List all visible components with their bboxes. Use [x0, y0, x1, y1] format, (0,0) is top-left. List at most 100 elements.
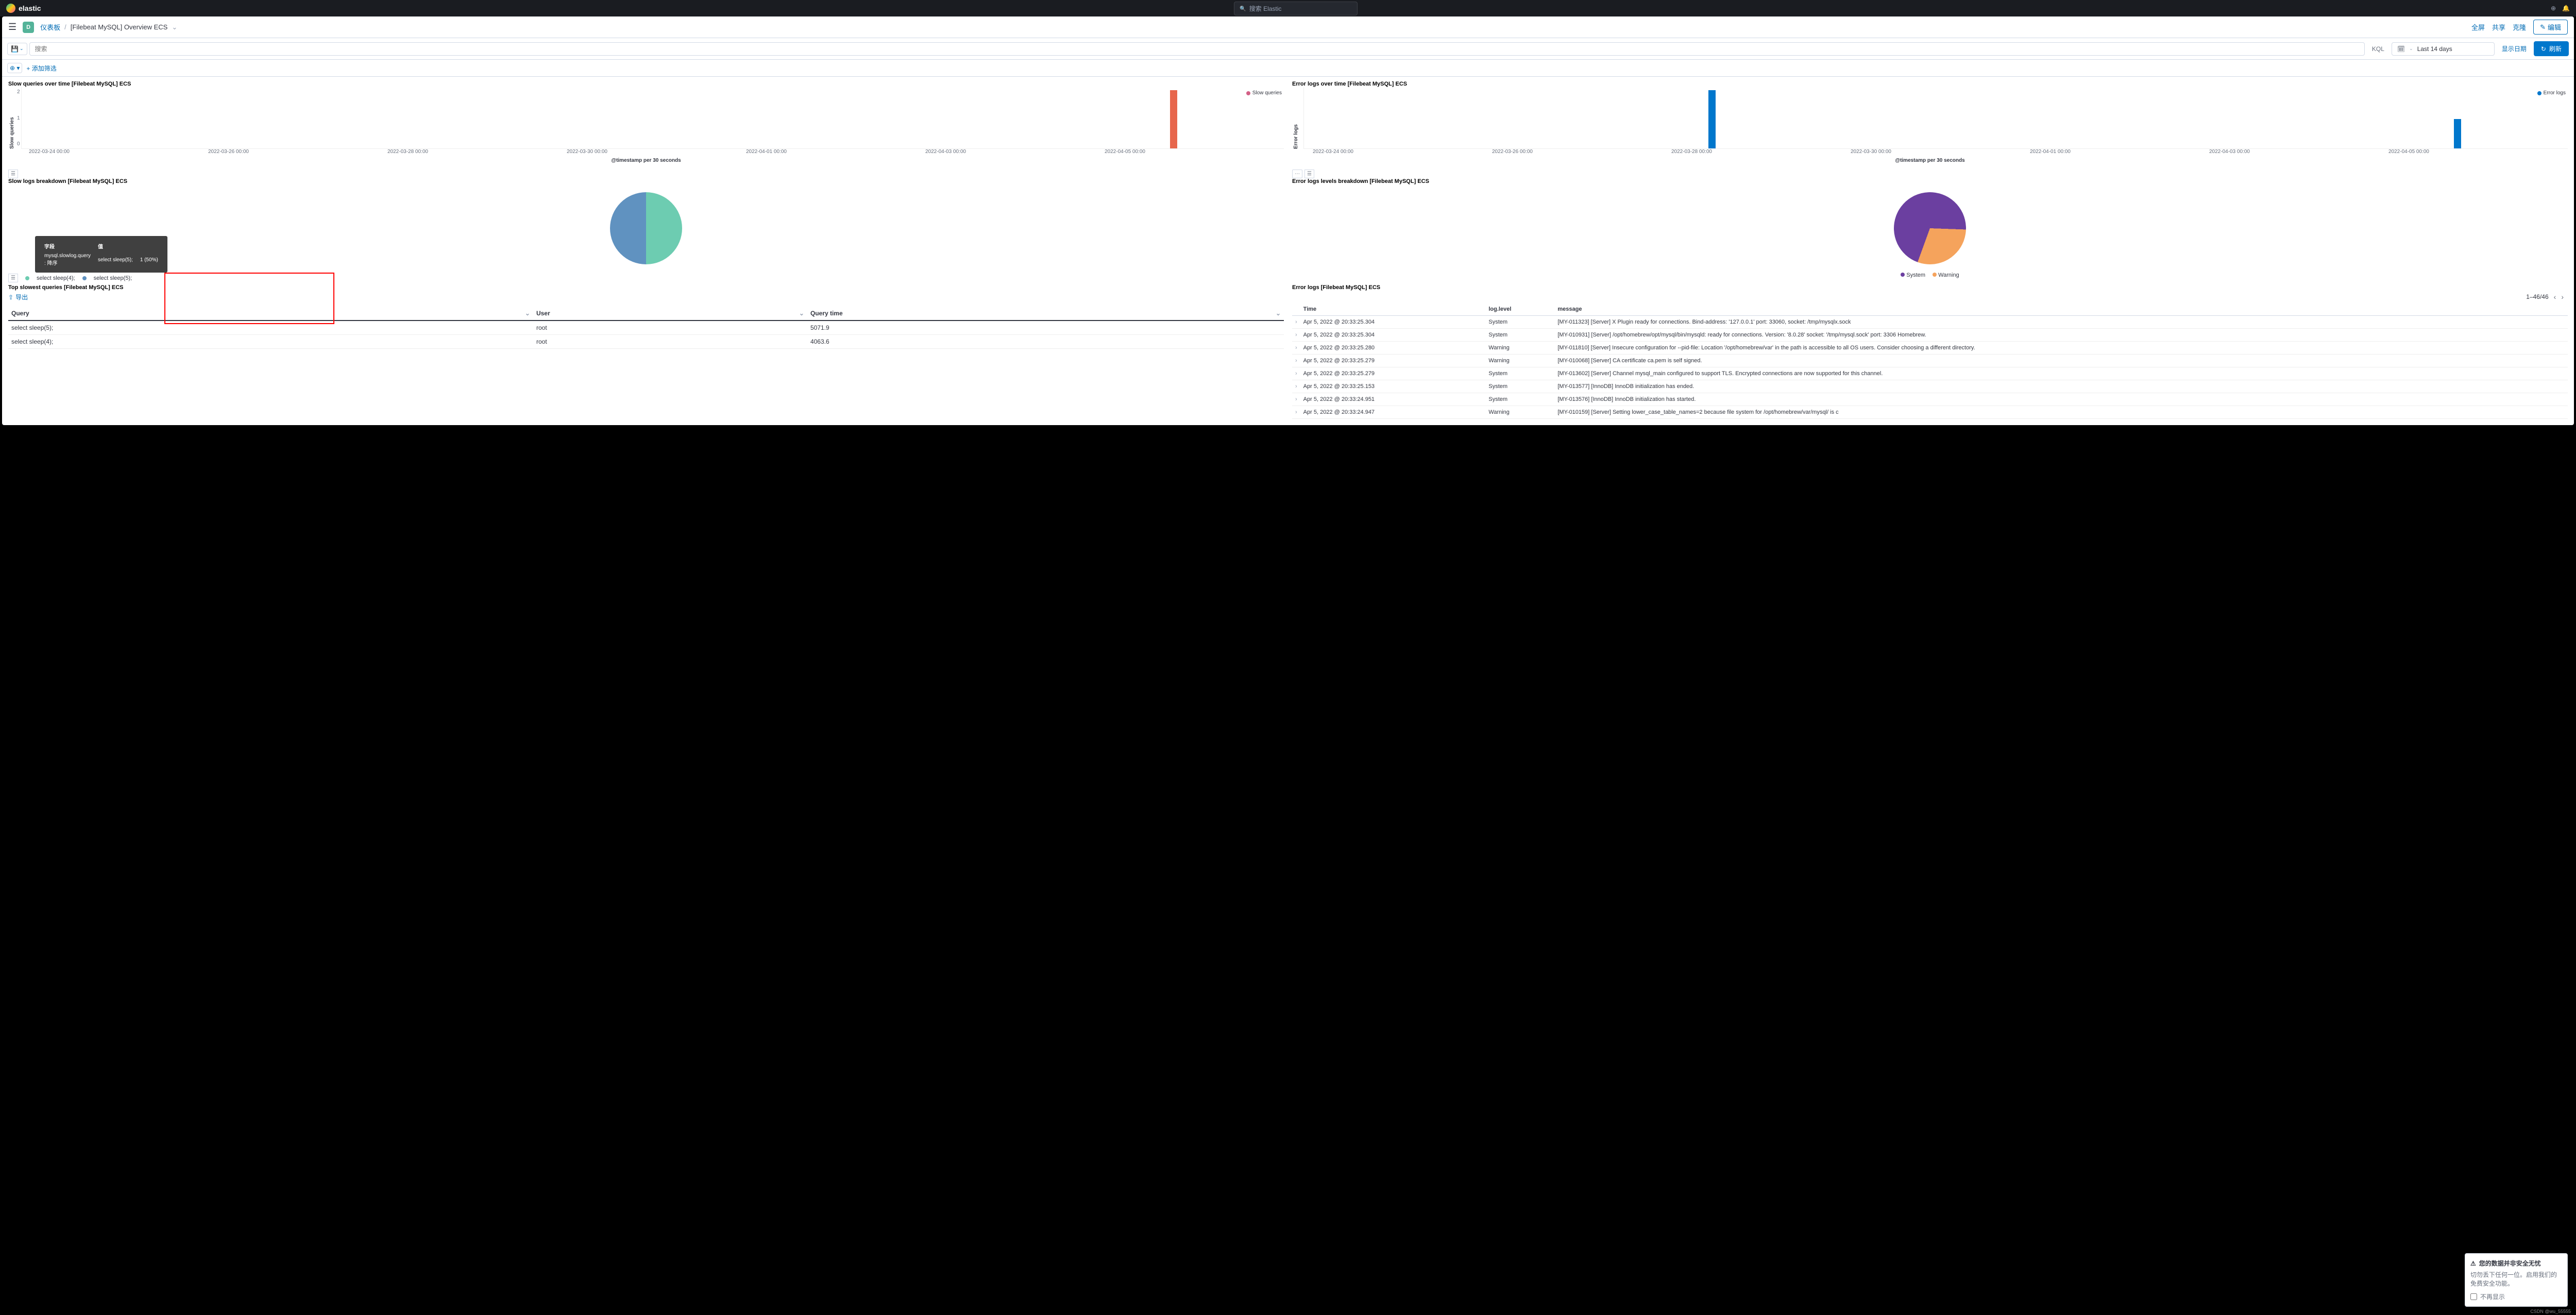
panel-title: Slow logs breakdown [Filebeat MySQL] ECS [8, 178, 1284, 184]
share-button[interactable]: 共享 [2492, 22, 2505, 32]
table-row[interactable]: ›Apr 5, 2022 @ 20:33:24.951System[MY-013… [1292, 393, 2568, 406]
legend-dot-icon [2537, 91, 2541, 95]
legend-dot-icon [25, 276, 29, 280]
toast-body: 切勿丢下任何一位。启用我们的免费安全功能。 [2470, 1271, 2562, 1288]
newsfeed-icon[interactable]: 🔔 [2562, 5, 2570, 12]
nav-menu-icon[interactable]: ☰ [8, 22, 16, 32]
legend-slow: Slow queries [1246, 90, 1282, 96]
table-row[interactable]: ›Apr 5, 2022 @ 20:33:25.280Warning[MY-01… [1292, 342, 2568, 355]
panel-options-icon[interactable]: ⋯ [1292, 170, 1302, 178]
x-axis-label: @timestamp per 30 seconds [1292, 155, 2568, 163]
space-badge[interactable]: D [23, 22, 34, 33]
saved-query-button[interactable]: 💾 ⌄ [7, 43, 27, 55]
expand-row-icon[interactable]: › [1292, 355, 1300, 367]
panel-title: Error logs [Filebeat MySQL] ECS [1292, 284, 2568, 291]
col-level[interactable]: log.level [1485, 303, 1554, 316]
list-icon[interactable]: ☰ [1304, 170, 1314, 178]
add-filter-button[interactable]: + 添加筛选 [26, 64, 56, 73]
x-ticks: 2022-03-24 00:002022-03-26 00:002022-03-… [8, 149, 1284, 155]
panel-title: Error logs over time [Filebeat MySQL] EC… [1292, 81, 2568, 87]
help-icon[interactable]: ⊕ [2551, 5, 2556, 12]
bar-error-2022-03-30[interactable] [1708, 90, 1716, 148]
table-row[interactable]: ›Apr 5, 2022 @ 20:33:24.947Warning[MY-01… [1292, 406, 2568, 419]
table-row[interactable]: ›Apr 5, 2022 @ 20:33:25.304System[MY-011… [1292, 316, 2568, 329]
sort-icon: ⌄ [1276, 310, 1281, 317]
global-search-placeholder: 搜索 Elastic [1249, 4, 1282, 13]
show-dates-button[interactable]: 显示日期 [2497, 44, 2532, 53]
panel-title: Slow queries over time [Filebeat MySQL] … [8, 81, 1284, 87]
sort-icon: ⌄ [525, 310, 530, 317]
col-time[interactable]: Time [1300, 303, 1486, 316]
expand-row-icon[interactable]: › [1292, 380, 1300, 393]
chart-tooltip: 字段值 mysql.slowlog.query: 降序 select sleep… [35, 236, 167, 273]
col-user[interactable]: User⌄ [533, 307, 807, 321]
search-input[interactable] [29, 42, 2365, 56]
expand-row-icon[interactable]: › [1292, 393, 1300, 406]
global-search[interactable]: 搜索 Elastic [1234, 2, 1358, 15]
legend-dot-icon [82, 276, 87, 280]
calendar-icon: 🗓 [2397, 45, 2405, 53]
expand-row-icon[interactable]: › [1292, 316, 1300, 329]
filter-options-icon[interactable]: ⊕ ▾ [7, 63, 22, 73]
x-axis-label: @timestamp per 30 seconds [8, 155, 1284, 163]
dashboard-body: Slow queries over time [Filebeat MySQL] … [2, 77, 2574, 425]
bars-region[interactable] [21, 87, 1284, 149]
table-row[interactable]: select sleep(4);root4063.6 [8, 335, 1284, 349]
prev-page-icon[interactable]: ‹ [2554, 293, 2556, 301]
panel-error-logs-over-time: Error logs over time [Filebeat MySQL] EC… [1288, 79, 2572, 167]
legend-dot-icon [1246, 91, 1250, 95]
pie-slow-breakdown[interactable] [610, 192, 682, 264]
error-logs-table: Time log.level message ›Apr 5, 2022 @ 20… [1292, 303, 2568, 419]
panel-title: Error logs levels breakdown [Filebeat My… [1292, 178, 2568, 184]
kql-toggle[interactable]: KQL [2367, 45, 2389, 53]
expand-row-icon[interactable]: › [1292, 406, 1300, 419]
y-ticks: 210 [16, 87, 21, 149]
next-page-icon[interactable]: › [2561, 293, 2564, 301]
pie-legend-error: System Warning [1292, 272, 2568, 278]
refresh-button[interactable]: ↻ 刷新 [2534, 41, 2569, 56]
expand-row-icon[interactable]: › [1292, 329, 1300, 342]
warning-icon: ⚠ [2470, 1260, 2476, 1267]
table-row[interactable]: ›Apr 5, 2022 @ 20:33:25.279Warning[MY-01… [1292, 355, 2568, 367]
bar-slow-2022-04-05[interactable] [1170, 90, 1177, 148]
panel-slow-logs-breakdown: ☰ Slow logs breakdown [Filebeat MySQL] E… [4, 167, 1288, 282]
panel-error-logs: Error logs [Filebeat MySQL] ECS 1–46/46 … [1288, 282, 2572, 423]
breadcrumb-root[interactable]: 仪表板 [40, 22, 60, 32]
edit-button[interactable]: ✎ 编辑 [2533, 20, 2568, 35]
filter-bar: ⊕ ▾ + 添加筛选 [2, 60, 2574, 77]
pagination-info: 1–46/46 [2526, 293, 2548, 300]
toast-dont-show[interactable]: 不再显示 [2470, 1292, 2562, 1301]
list-icon[interactable]: ☰ [8, 274, 18, 282]
pie-error-breakdown[interactable] [1884, 182, 1976, 274]
app-header: ☰ D 仪表板 / [Filebeat MySQL] Overview ECS … [2, 16, 2574, 38]
dont-show-checkbox[interactable] [2470, 1293, 2477, 1300]
legend-error: Error logs [2537, 90, 2566, 96]
col-querytime[interactable]: Query time⌄ [807, 307, 1284, 321]
sort-icon: ⌄ [799, 310, 804, 317]
col-message[interactable]: message [1554, 303, 2568, 316]
refresh-icon: ↻ [2541, 45, 2546, 53]
panel-top-slowest-queries: Top slowest queries [Filebeat MySQL] ECS… [4, 282, 1288, 423]
expand-row-icon[interactable]: › [1292, 367, 1300, 380]
expand-row-icon[interactable]: › [1292, 342, 1300, 355]
export-button[interactable]: ⇪ 导出 [8, 291, 1284, 304]
y-axis-label: Slow queries [8, 87, 16, 149]
chevron-down-icon[interactable]: ⌄ [172, 23, 177, 31]
col-query[interactable]: Query⌄ [8, 307, 533, 321]
x-ticks: 2022-03-24 00:002022-03-26 00:002022-03-… [1292, 149, 2568, 155]
table-row[interactable]: ›Apr 5, 2022 @ 20:33:25.279System[MY-013… [1292, 367, 2568, 380]
panel-title: Top slowest queries [Filebeat MySQL] ECS [8, 284, 1284, 291]
table-row[interactable]: ›Apr 5, 2022 @ 20:33:25.153System[MY-013… [1292, 380, 2568, 393]
table-row[interactable]: select sleep(5);root5071.9 [8, 321, 1284, 335]
elastic-logo[interactable]: elastic [6, 4, 41, 13]
fullscreen-button[interactable]: 全屏 [2471, 22, 2485, 32]
list-icon[interactable]: ☰ [8, 170, 18, 178]
clone-button[interactable]: 克隆 [2513, 22, 2526, 32]
elastic-logo-icon [6, 4, 15, 13]
breadcrumb: 仪表板 / [Filebeat MySQL] Overview ECS ⌄ [40, 22, 177, 32]
legend-dot-icon [1933, 273, 1937, 277]
bar-error-2022-04-05[interactable] [2454, 119, 2461, 148]
date-picker[interactable]: 🗓 ⌄ Last 14 days [2392, 42, 2495, 56]
bars-region[interactable] [1303, 87, 2568, 149]
table-row[interactable]: ›Apr 5, 2022 @ 20:33:25.304System[MY-010… [1292, 329, 2568, 342]
